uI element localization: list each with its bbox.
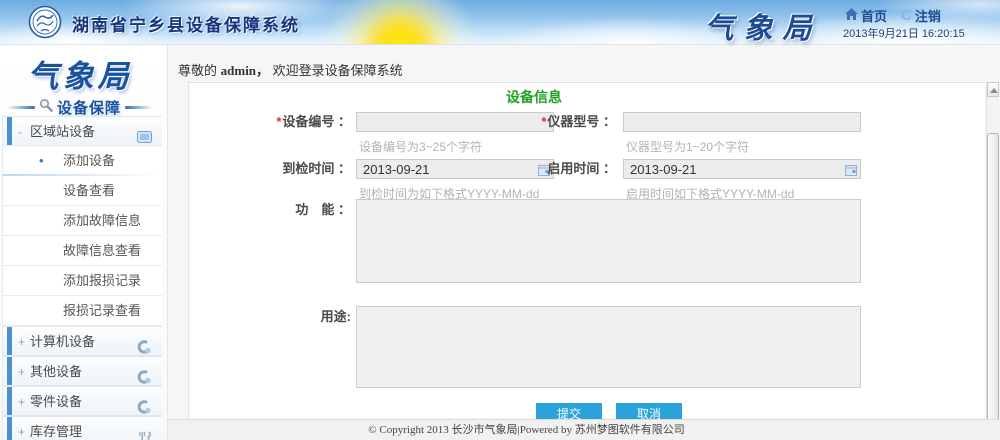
collapse-indicator: - [18, 117, 22, 147]
sidebar-item-add-device[interactable]: • 添加设备 [3, 146, 162, 176]
bureau-brand-text: 气象局 [698, 5, 828, 47]
expand-indicator: + [18, 417, 25, 440]
footer: © Copyright 2013 长沙市气象局|Powered by 苏州梦图软… [168, 419, 1000, 440]
datetime-display: 2013年9月21日 16:20:15 [843, 25, 965, 41]
sidebar-tagline: 设备保障 [0, 97, 160, 118]
copyright-text: © Copyright 2013 长沙市气象局|Powered by 苏州梦图软… [368, 424, 684, 436]
sidebar-section-inventory-management[interactable]: + 库存管理 [3, 416, 162, 440]
sidebar-item-add-damage-record[interactable]: 添加报损记录 [3, 266, 162, 296]
logout-icon: C [901, 9, 912, 22]
device-no-label: *设备编号 ： [219, 112, 351, 132]
enable-date-label: 启用时间 ： [489, 159, 616, 179]
sidebar-section-other-equipment[interactable]: + 其他设备 [3, 356, 162, 386]
submenu-label: 添加故障信息 [63, 213, 141, 228]
logout-label: 注销 [915, 6, 941, 25]
submenu-label: 添加报损记录 [63, 273, 141, 288]
calendar-icon[interactable] [845, 163, 857, 181]
required-marker: * [541, 114, 546, 129]
section-label: 计算机设备 [30, 327, 95, 357]
welcome-message: 尊敬的 admin， 欢迎登录设备保障系统 [178, 60, 403, 79]
section-label: 区域站设备 [30, 117, 95, 147]
inspection-date-label: 到检时间 ： [219, 159, 351, 179]
tagline-label: 设备保障 [57, 97, 121, 118]
enable-date-input[interactable] [623, 159, 861, 179]
greeting-suffix: 欢迎登录设备保障系统 [273, 63, 403, 78]
submenu-label: 故障信息查看 [63, 243, 141, 258]
expand-indicator: + [18, 357, 25, 387]
section-accent-bar [7, 327, 12, 355]
section-accent-bar [7, 117, 12, 145]
submenu-regional-station: • 添加设备 设备查看 添加故障信息 故障信息查看 添加报损记录 报损记录查看 [3, 146, 162, 326]
sidebar-item-add-fault-info[interactable]: 添加故障信息 [3, 206, 162, 236]
device-form-panel: 设备信息 *设备编号 ： *仪器型号 ： 设备编号为3~25个字符 仪器型号为1… [188, 82, 985, 418]
sidebar-section-computer-equipment[interactable]: + 计算机设备 [3, 326, 162, 356]
sidebar-logo-text: 气象局 [0, 51, 160, 96]
vertical-scrollbar[interactable] [986, 82, 999, 440]
section-accent-bar [7, 387, 12, 415]
required-marker: * [276, 114, 281, 129]
function-label: 功 能 ： [219, 200, 351, 220]
tagline-divider-left [7, 106, 35, 109]
up-arrow-icon [990, 88, 998, 93]
device-no-hint: 设备编号为3~25个字符 [359, 138, 482, 155]
section-label: 库存管理 [30, 417, 82, 440]
sidebar-item-view-fault-info[interactable]: 故障信息查看 [3, 236, 162, 266]
logout-link[interactable]: C 注销 [901, 6, 941, 25]
username: admin， [221, 63, 269, 78]
submenu-label: 添加设备 [63, 153, 115, 168]
sidebar-item-view-devices[interactable]: 设备查看 [3, 176, 162, 206]
sidebar-section-parts-equipment[interactable]: + 零件设备 [3, 386, 162, 416]
tools-icon [138, 425, 152, 440]
tagline-divider-right [125, 106, 153, 109]
weather-bureau-emblem-icon [28, 5, 62, 44]
section-label: 零件设备 [30, 387, 82, 417]
submenu-label: 设备查看 [63, 183, 115, 198]
scrollbar-up-button[interactable] [987, 82, 999, 97]
home-icon [845, 8, 858, 23]
active-bullet: • [39, 146, 44, 176]
section-accent-bar [7, 417, 12, 440]
sidebar-section-regional-station-equipment[interactable]: - 区域站设备 [3, 116, 162, 146]
banner-nav: 首页 C 注销 [845, 6, 955, 25]
top-banner: 湖南省宁乡县设备保障系统 气象局 首页 C 注销 2013年9月21日 16:2… [0, 0, 1000, 45]
instrument-model-hint: 仪器型号为1~20个字符 [626, 138, 749, 155]
form-title: 设备信息 [189, 87, 879, 107]
instrument-model-label: *仪器型号 ： [489, 112, 616, 132]
submenu-label: 报损记录查看 [63, 303, 141, 318]
app-window: 湖南省宁乡县设备保障系统 气象局 首页 C 注销 2013年9月21日 16:2… [0, 0, 1000, 440]
section-accent-bar [7, 357, 12, 385]
usage-label: 用途: [219, 307, 351, 327]
sidebar-menu: - 区域站设备 • 添加设备 设备查看 [2, 116, 162, 440]
sidebar-item-view-damage-records[interactable]: 报损记录查看 [3, 296, 162, 326]
home-link[interactable]: 首页 [845, 6, 887, 25]
greeting-prefix: 尊敬的 [178, 63, 217, 78]
system-title: 湖南省宁乡县设备保障系统 [72, 11, 300, 36]
function-textarea[interactable] [356, 199, 861, 283]
sidebar: 气象局 设备保障 - 区域站设备 [0, 45, 168, 440]
scrollbar-thumb[interactable] [987, 133, 999, 429]
section-label: 其他设备 [30, 357, 82, 387]
home-label: 首页 [861, 6, 887, 25]
expand-indicator: + [18, 387, 25, 417]
usage-textarea[interactable] [356, 306, 861, 388]
instrument-model-input[interactable] [623, 112, 861, 132]
expand-indicator: + [18, 327, 25, 357]
magnifier-icon [39, 98, 53, 117]
